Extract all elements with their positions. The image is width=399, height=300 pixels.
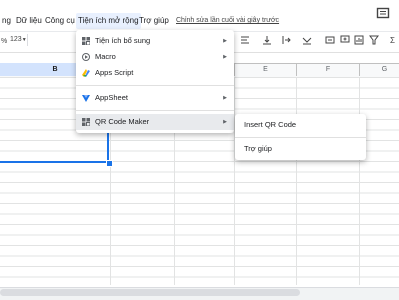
filter-icon[interactable] — [369, 35, 379, 45]
fill-handle[interactable] — [106, 160, 113, 167]
menu-item-macro[interactable]: Macro ▶ — [76, 49, 234, 65]
qr-code-submenu: Insert QR Code Trợ giúp — [235, 114, 366, 160]
insert-comment-icon[interactable] — [340, 35, 350, 45]
text-rotation-icon[interactable] — [302, 35, 312, 45]
column-header-e[interactable]: E — [234, 63, 296, 76]
submenu-arrow-icon: ▶ — [223, 54, 227, 60]
addon-icon — [82, 118, 90, 126]
last-edit-link[interactable]: Chỉnh sửa lần cuối vài giây trước — [176, 13, 279, 29]
grid-line — [296, 77, 297, 285]
menu-item-help[interactable]: Trợ giúp — [235, 141, 366, 157]
extensions-menu: Tiện ích bổ sung ▶ Macro ▶ Apps Script A… — [76, 30, 234, 133]
menu-extensions[interactable]: Tiện ích mở rộng — [76, 13, 141, 29]
menu-tools[interactable]: Công cụ — [43, 13, 77, 29]
appsheet-icon — [82, 95, 90, 102]
svg-text:Σ: Σ — [390, 36, 395, 45]
chevron-down-icon: ▼ — [21, 37, 27, 43]
menu-data[interactable]: Dữ liệu — [14, 13, 44, 29]
comment-icon[interactable] — [376, 7, 390, 21]
vertical-align-icon[interactable] — [262, 35, 272, 45]
functions-icon[interactable]: Σ — [390, 35, 399, 45]
menu-item-apps-script[interactable]: Apps Script — [76, 65, 234, 81]
menu-item-appsheet[interactable]: AppSheet ▶ — [76, 90, 234, 106]
toolbar-divider — [27, 34, 28, 46]
menu-item-label: Insert QR Code — [244, 120, 297, 129]
apps-script-icon — [82, 69, 90, 77]
insert-chart-icon[interactable] — [354, 35, 364, 45]
grid-line — [359, 77, 360, 285]
svg-text:%: % — [1, 38, 7, 45]
menu-item-label: Trợ giúp — [244, 144, 272, 153]
link-icon[interactable] — [325, 35, 335, 45]
menu-item-label: QR Code Maker — [95, 117, 150, 126]
menu-item-label: AppSheet — [95, 93, 128, 102]
menu-item-addons[interactable]: Tiện ích bổ sung ▶ — [76, 33, 234, 49]
menu-item-label: Tiện ích bổ sung — [95, 36, 151, 45]
menu-item-label: Apps Script — [95, 68, 134, 77]
menu-help[interactable]: Trợ giúp — [137, 13, 171, 29]
menu-item-label: Macro — [95, 52, 116, 61]
text-wrap-icon[interactable] — [282, 35, 292, 45]
number-format-dropdown[interactable]: 123▼ — [10, 33, 27, 47]
grid-line — [234, 77, 235, 285]
submenu-arrow-icon: ▶ — [223, 38, 227, 44]
menu-item-qr-code-maker[interactable]: QR Code Maker ▶ — [76, 114, 234, 130]
macro-icon — [82, 53, 90, 61]
column-header-g[interactable]: G — [359, 63, 399, 76]
addon-icon — [82, 37, 90, 45]
submenu-arrow-icon: ▶ — [223, 95, 227, 101]
align-icon[interactable] — [240, 35, 250, 45]
number-format-label: 123 — [10, 36, 22, 43]
column-header-f[interactable]: F — [296, 63, 359, 76]
submenu-arrow-icon: ▶ — [223, 119, 227, 125]
menu-format-partial[interactable]: ng — [0, 13, 13, 29]
scrollbar-thumb[interactable] — [0, 289, 300, 296]
menu-item-insert-qr-code[interactable]: Insert QR Code — [235, 117, 366, 133]
